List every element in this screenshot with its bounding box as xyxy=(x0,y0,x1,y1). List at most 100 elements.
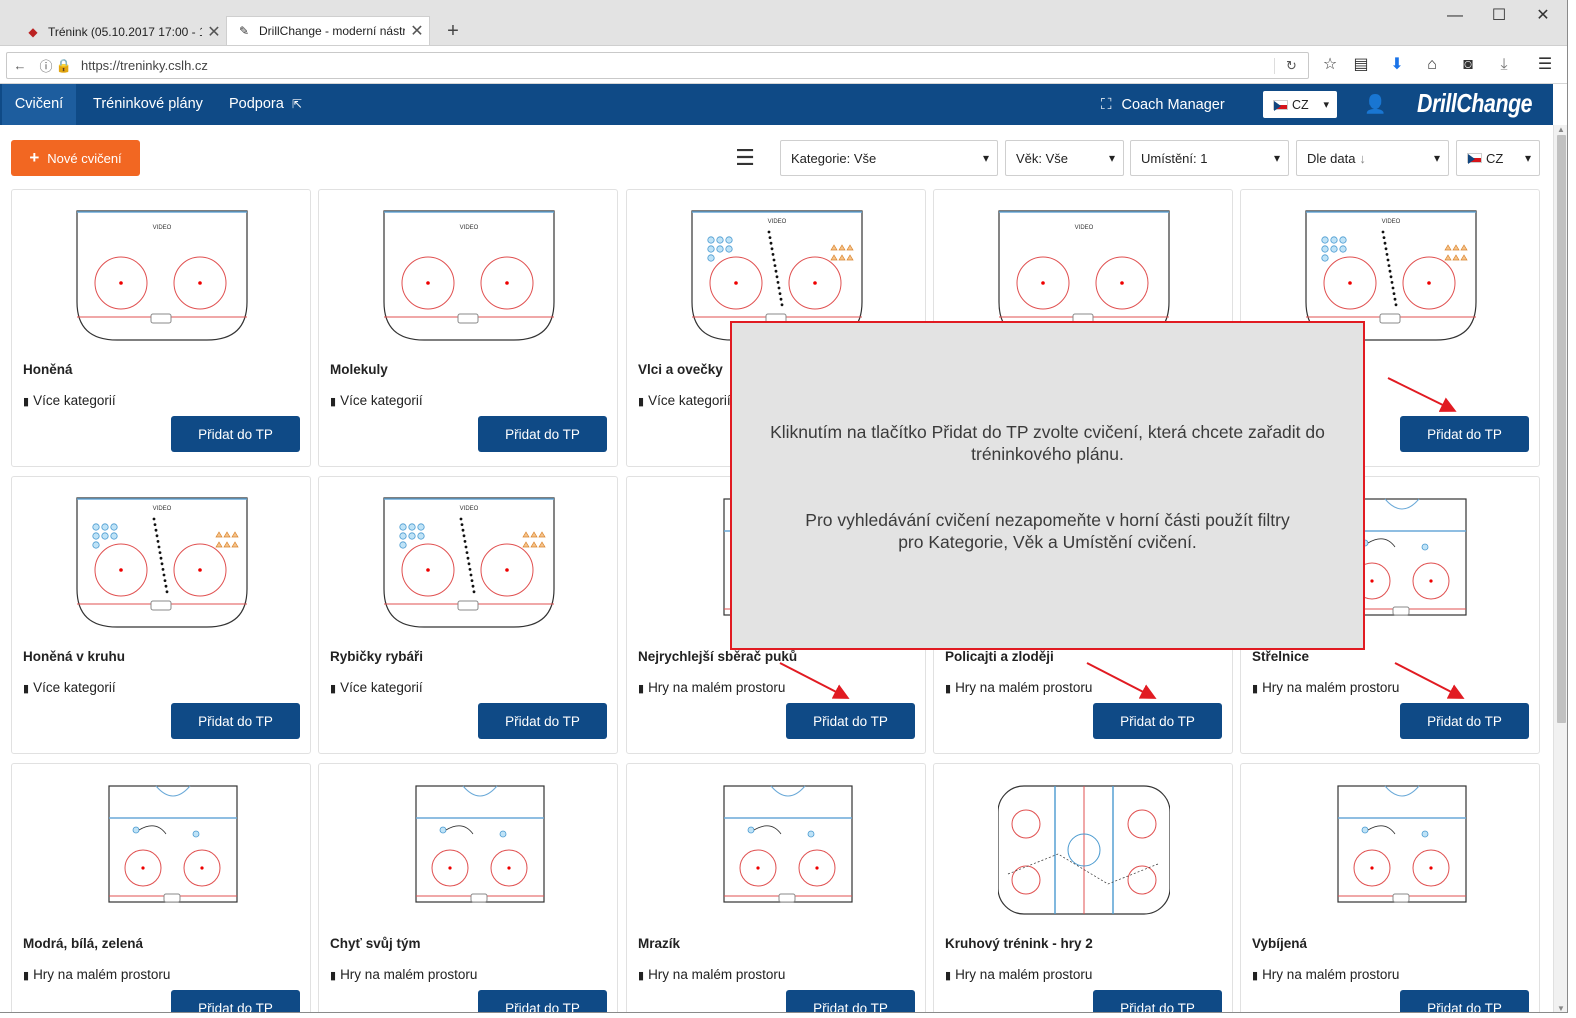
book-icon: ▮ xyxy=(23,396,30,408)
add-to-plan-button[interactable]: Přidat do TP xyxy=(1093,990,1222,1012)
exercise-category: ▮ Více kategorií xyxy=(23,393,116,408)
help-text-filters: Pro vyhledávání cvičení nezapomeňte v ho… xyxy=(805,510,1290,552)
add-to-plan-button[interactable]: Přidat do TP xyxy=(478,416,607,452)
exercise-name[interactable]: Rybičky rybáři xyxy=(330,649,423,664)
plus-icon: + xyxy=(29,148,40,167)
book-icon: ▮ xyxy=(23,970,30,982)
add-to-plan-button[interactable]: Přidat do TP xyxy=(1400,703,1529,739)
exercise-category: ▮ Více kategorií xyxy=(638,393,731,408)
filter-vek[interactable]: Věk: Vše ▾ xyxy=(1005,140,1124,176)
exercise-card[interactable]: Vybíjená ▮ Hry na malém prostoru Přidat do … xyxy=(1240,763,1540,1012)
sort-down-icon: ↓ xyxy=(1359,150,1366,166)
exercise-card[interactable]: VIDEO Rybičky rybáři ▮ Více kategorií Přidat… xyxy=(318,476,618,754)
book-icon: ▮ xyxy=(638,970,645,982)
book-icon: ▮ xyxy=(1252,970,1259,982)
svg-text:VIDEO: VIDEO xyxy=(153,506,172,512)
exercise-name[interactable]: Chyť svůj tým xyxy=(330,936,421,951)
exercise-category: ▮ Hry na malém prostoru xyxy=(1252,680,1399,695)
drill-diagram[interactable]: VIDEO xyxy=(383,497,555,629)
add-to-plan-button[interactable]: Přidat do TP xyxy=(1093,703,1222,739)
add-to-plan-button[interactable]: Přidat do TP xyxy=(478,990,607,1012)
filter-kategorie[interactable]: Kategorie: Vše ▾ xyxy=(780,140,998,176)
book-icon: ▮ xyxy=(330,396,337,408)
drill-diagram[interactable] xyxy=(76,784,248,916)
exercise-name[interactable]: Modrá, bílá, zelená xyxy=(23,936,143,951)
filter-vek-value: Věk: Vše xyxy=(1016,150,1069,166)
chevron-down-icon: ▾ xyxy=(1433,151,1440,165)
add-to-plan-button[interactable]: Přidat do TP xyxy=(171,416,300,452)
exercise-name[interactable]: Nejrychlejší sběrač puků xyxy=(638,649,797,664)
drill-diagram[interactable]: VIDEO xyxy=(76,210,248,342)
exercise-category: ▮ Hry na malém prostoru xyxy=(638,967,785,982)
exercise-card[interactable]: VIDEO Honěná v kruhu ▮ Více kategorií Přidat… xyxy=(11,476,311,754)
exercise-card[interactable]: Kruhový trénink - hry 2 ▮ Hry na malém pro… xyxy=(933,763,1233,1012)
scrollbar-thumb[interactable] xyxy=(1557,135,1566,723)
drill-diagram[interactable] xyxy=(383,784,555,916)
exercise-name[interactable]: Policajti a zloději xyxy=(945,649,1054,664)
scroll-up-icon[interactable]: ▲ xyxy=(1557,125,1565,134)
add-to-plan-button[interactable]: Přidat do TP xyxy=(786,703,915,739)
exercise-name[interactable]: Kruhový trénink - hry 2 xyxy=(945,936,1093,951)
exercise-category-label: Hry na malém prostoru xyxy=(340,967,478,982)
exercise-card[interactable]: VIDEO Molekuly ▮ Více kategorií Přidat do TP xyxy=(318,189,618,467)
exercise-name[interactable]: Molekuly xyxy=(330,362,388,377)
add-to-plan-button[interactable]: Přidat do TP xyxy=(1400,416,1529,452)
exercise-name[interactable]: Vlci a ovečky xyxy=(638,362,723,377)
browser-window: ◆ Trénink (05.10.2017 17:00 - 1 ✕ ✎ Dril… xyxy=(0,0,1568,1013)
vertical-scrollbar[interactable]: ▲ ▼ xyxy=(1553,125,1567,1012)
drill-diagram[interactable] xyxy=(1305,784,1477,916)
svg-text:VIDEO: VIDEO xyxy=(1075,225,1094,231)
exercise-category-label: Hry na malém prostoru xyxy=(955,967,1093,982)
book-icon: ▮ xyxy=(330,970,337,982)
exercise-category-label: Více kategorií xyxy=(340,393,423,408)
chevron-down-icon: ▾ xyxy=(1273,151,1280,165)
drill-diagram[interactable] xyxy=(691,784,863,916)
exercise-name[interactable]: Honěná xyxy=(23,362,73,377)
exercise-category-label: Hry na malém prostoru xyxy=(1262,680,1400,695)
new-exercise-button[interactable]: + Nové cvičení xyxy=(11,140,140,176)
svg-text:VIDEO: VIDEO xyxy=(153,225,172,231)
sort-select[interactable]: Dle data ↓ ▾ xyxy=(1296,140,1449,176)
exercise-category: ▮ Více kategorií xyxy=(23,680,116,695)
exercise-card[interactable]: Chyť svůj tým ▮ Hry na malém prostoru Přida… xyxy=(318,763,618,1012)
drill-diagram[interactable] xyxy=(998,784,1170,916)
exercise-category-label: Více kategorií xyxy=(33,393,116,408)
filter-kategorie-value: Kategorie: Vše xyxy=(791,150,877,166)
help-tooltip: Kliknutím na tlačítko Přidat do TP zvolt… xyxy=(730,321,1365,650)
exercise-category: ▮ Hry na malém prostoru xyxy=(945,680,1092,695)
exercise-category-label: Více kategorií xyxy=(648,393,731,408)
exercise-category: ▮ Hry na malém prostoru xyxy=(23,967,170,982)
chevron-down-icon: ▾ xyxy=(982,151,989,165)
exercise-card[interactable]: VIDEO Honěná ▮ Více kategorií Přidat do TP xyxy=(11,189,311,467)
exercise-name[interactable]: Střelnice xyxy=(1252,649,1309,664)
list-view-icon[interactable]: ☰ xyxy=(730,146,760,170)
add-to-plan-button[interactable]: Přidat do TP xyxy=(171,703,300,739)
svg-text:VIDEO: VIDEO xyxy=(768,219,787,225)
filter-jazyk[interactable]: CZ ▾ xyxy=(1456,140,1540,176)
new-exercise-label: Nové cvičení xyxy=(47,150,122,166)
exercise-category-label: Hry na malém prostoru xyxy=(33,967,171,982)
add-to-plan-button[interactable]: Přidat do TP xyxy=(171,990,300,1012)
scroll-down-icon[interactable]: ▼ xyxy=(1557,1004,1565,1012)
add-to-plan-button[interactable]: Přidat do TP xyxy=(1400,990,1529,1012)
book-icon: ▮ xyxy=(945,683,952,695)
exercise-category-label: Více kategorií xyxy=(33,680,116,695)
help-text-add: Kliknutím na tlačítko Přidat do TP zvolt… xyxy=(770,422,1325,464)
exercise-name[interactable]: Vybíjená xyxy=(1252,936,1307,951)
exercise-name[interactable]: Honěná v kruhu xyxy=(23,649,125,664)
exercise-name[interactable]: Mrazík xyxy=(638,936,680,951)
exercise-card[interactable]: Mrazík ▮ Hry na malém prostoru Přidat do TP xyxy=(626,763,926,1012)
filter-jazyk-value: CZ xyxy=(1486,150,1504,166)
exercise-category: ▮ Více kategorií xyxy=(330,393,423,408)
drill-diagram[interactable]: VIDEO xyxy=(76,497,248,629)
sort-value: Dle data xyxy=(1307,150,1356,166)
add-to-plan-button[interactable]: Přidat do TP xyxy=(786,990,915,1012)
chevron-down-icon: ▾ xyxy=(1524,151,1531,165)
add-to-plan-button[interactable]: Přidat do TP xyxy=(478,703,607,739)
drill-diagram[interactable]: VIDEO xyxy=(383,210,555,342)
book-icon: ▮ xyxy=(330,683,337,695)
exercise-card[interactable]: Modrá, bílá, zelená ▮ Hry na malém prostor… xyxy=(11,763,311,1012)
exercise-category-label: Hry na malém prostoru xyxy=(648,967,786,982)
svg-text:VIDEO: VIDEO xyxy=(460,225,479,231)
filter-umisteni[interactable]: Umístění: 1 ▾ xyxy=(1130,140,1289,176)
